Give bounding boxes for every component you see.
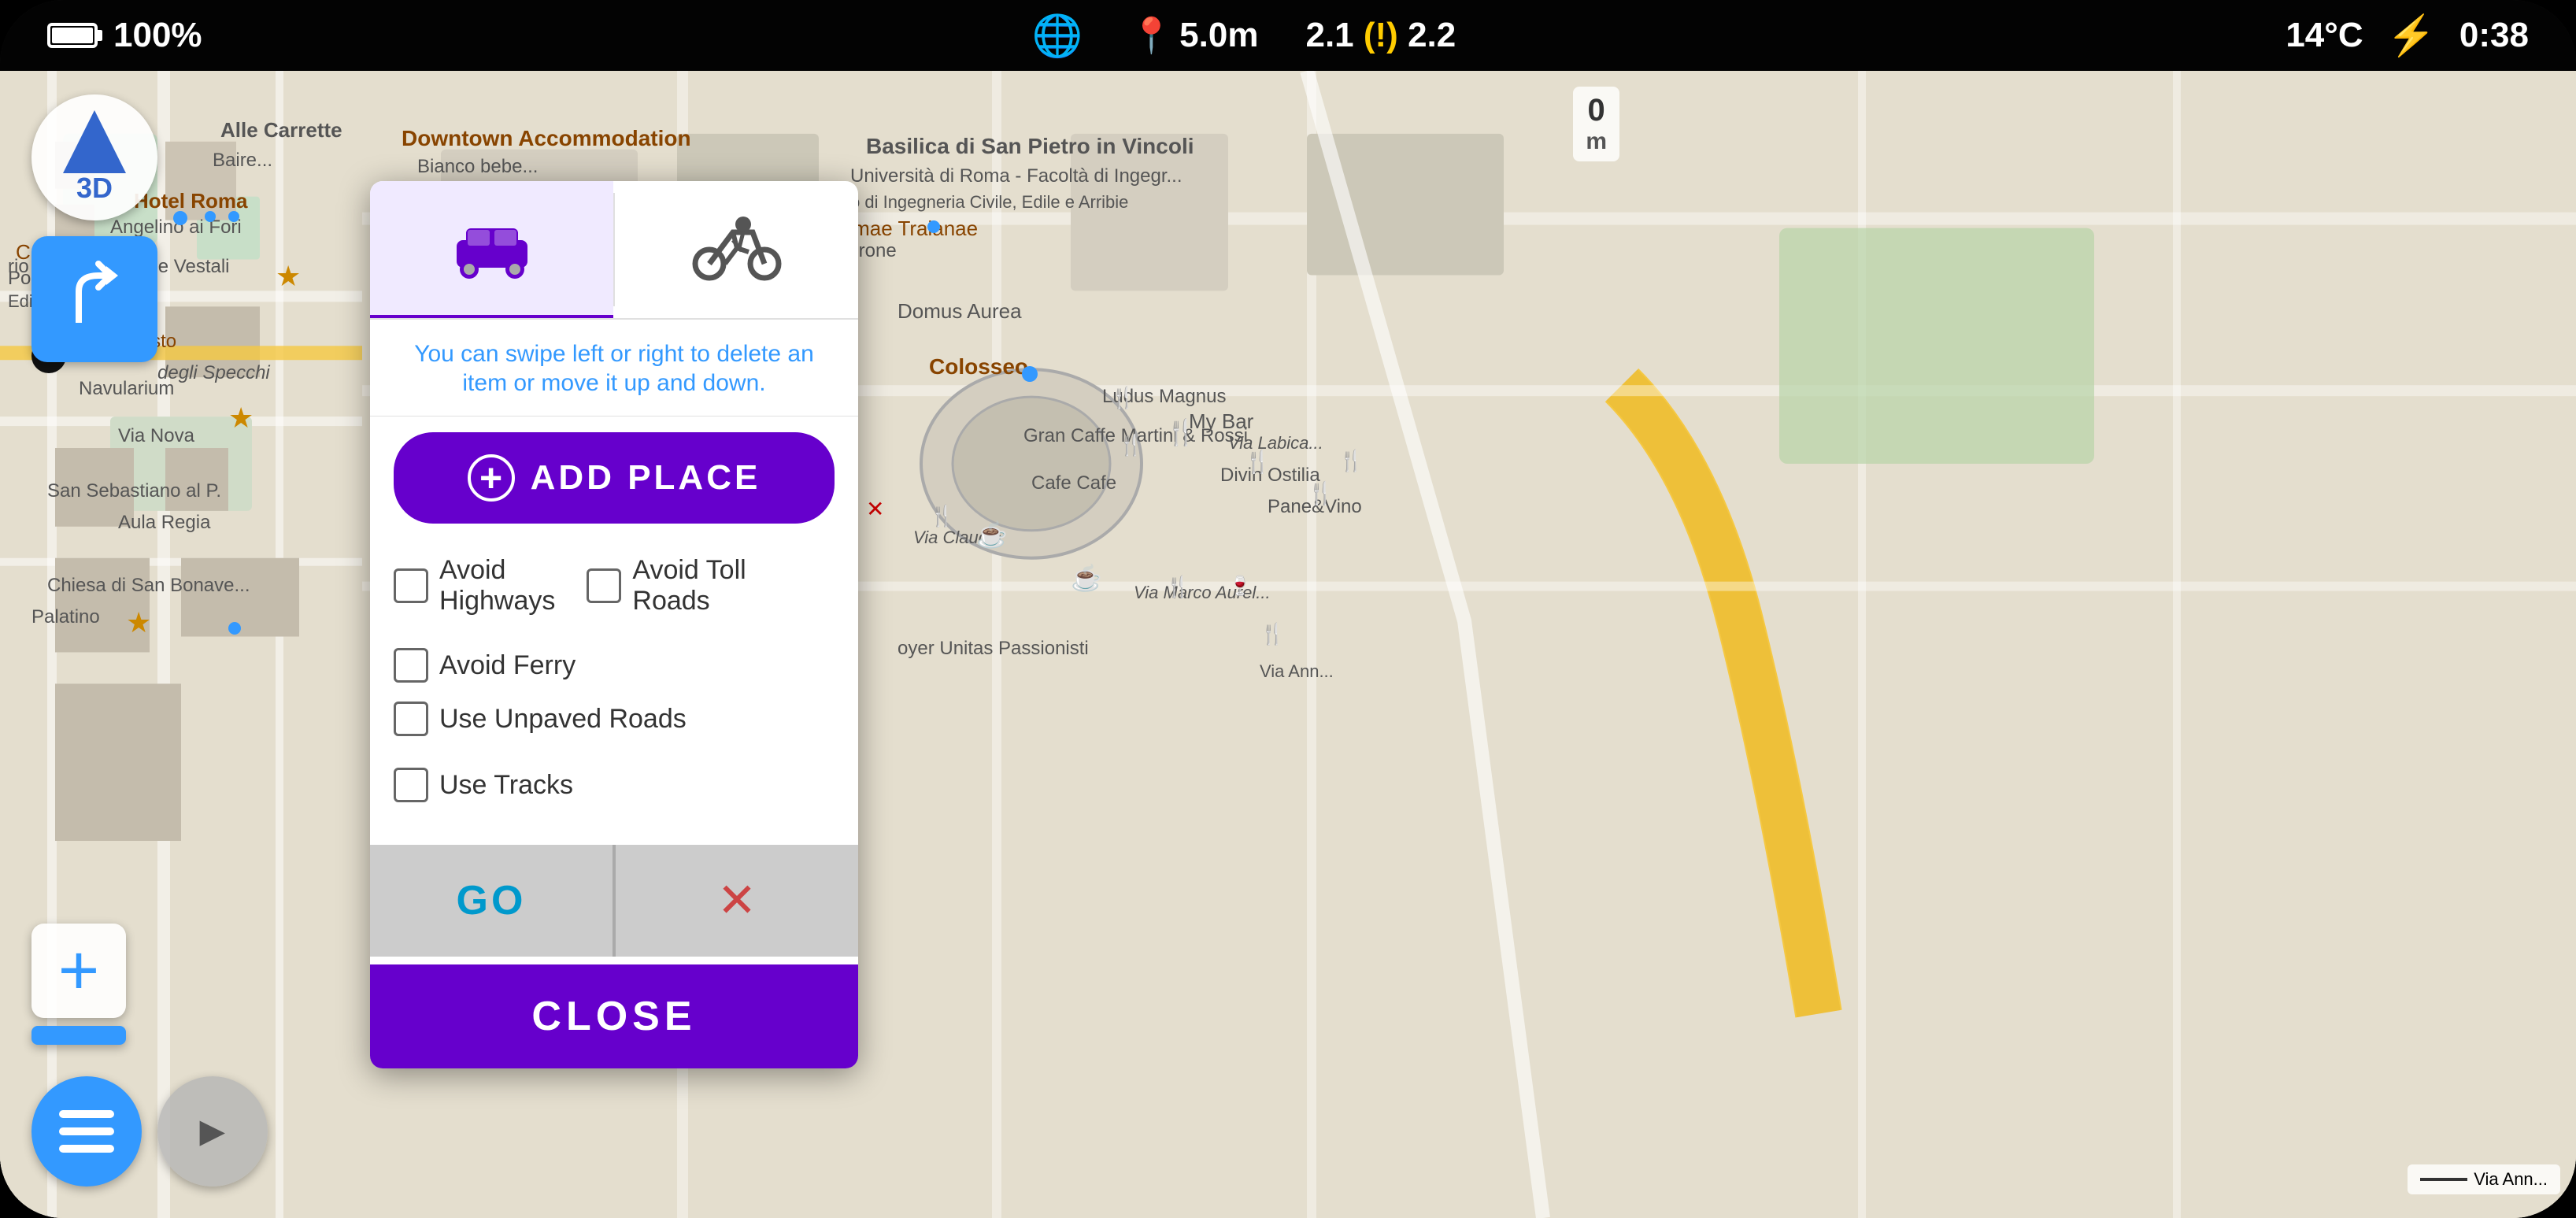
close-button[interactable]: CLOSE (370, 964, 858, 1068)
cancel-button[interactable]: ✕ (616, 845, 858, 957)
map-label-domus: Domus Aurea (898, 299, 1022, 324)
back-button[interactable]: ◄ (157, 1076, 268, 1187)
car-icon (449, 213, 535, 283)
tab-bike[interactable] (615, 181, 858, 318)
options-row-2: Use Unpaved Roads Use Tracks (394, 702, 835, 802)
map-label-aula-regia: San Sebastiano al P. (47, 480, 221, 502)
cancel-icon: ✕ (717, 873, 757, 928)
temp-display: 14°C (2285, 16, 2363, 55)
add-place-label: ADD PLACE (531, 458, 761, 498)
map-label-via-ann: Via Ann... (1260, 661, 1334, 682)
turn-right-icon (55, 260, 134, 339)
colosseo-dot (1022, 366, 1038, 382)
map-label-san-sebastiano: Via Nova (118, 425, 194, 447)
device-frame: 100% 🌐 📍 5.0m 2.1 (!) 2.2 14°C ⚡ 0:38 (0, 0, 2576, 1218)
close-label: CLOSE (531, 993, 696, 1040)
bluetooth-icon: ⚡ (2387, 13, 2436, 59)
battery-percent: 100% (113, 16, 202, 55)
map-dot-1 (927, 220, 940, 233)
hamburger-icon (59, 1110, 114, 1153)
map-label-universita2: o di Ingegneria Civile, Edile e Arribie (850, 192, 1128, 213)
option-avoid-highways[interactable]: AvoidHighways (394, 555, 555, 616)
checkbox-avoid-ferry[interactable] (394, 648, 428, 683)
transport-tabs (370, 181, 858, 320)
map-label-colosseo: Colosseo (929, 354, 1028, 379)
map-label-downtown: Downtown Accommodation (402, 126, 691, 151)
compass-3d-label: 3D (76, 172, 113, 205)
go-label: GO (457, 877, 527, 924)
map-label-chiesa: Aula Regia (118, 512, 210, 534)
back-arrow-icon: ◄ (191, 1107, 233, 1156)
coffee-icon-2: ☕ (1071, 563, 1102, 593)
option-unpaved[interactable]: Use Unpaved Roads (394, 702, 687, 736)
option-avoid-toll[interactable]: Avoid TollRoads (587, 555, 746, 616)
compass-button[interactable]: 3D (31, 94, 157, 220)
route-planner-modal: You can swipe left or right to delete an… (370, 181, 858, 1068)
gps-display: 📍 5.0m (1130, 15, 1258, 56)
restaurant-icon-1: 🍴 (1165, 417, 1197, 447)
zoom-out-button[interactable] (31, 1026, 126, 1045)
restaurant-icon-8: 🍴 (1260, 622, 1285, 646)
add-place-icon: + (468, 454, 515, 502)
option-tracks[interactable]: Use Tracks (394, 768, 573, 802)
label-avoid-toll: Avoid TollRoads (632, 555, 746, 616)
map-area[interactable]: Alle Carrette Baire... Hotel Roma Angeli… (0, 71, 2576, 1218)
label-tracks: Use Tracks (439, 770, 573, 801)
map-label-alle-carrette: Alle Carrette (220, 118, 342, 143)
checkbox-avoid-highways[interactable] (394, 568, 428, 603)
action-buttons: GO ✕ (370, 845, 858, 957)
zoom-in-button[interactable]: + (31, 924, 126, 1018)
globe-icon: 🌐 (1032, 12, 1083, 60)
compass-arrow-icon (63, 110, 126, 173)
map-label-bianco: Bianco bebe... (417, 156, 538, 178)
map-label-basilica: Basilica di San Pietro in Vincoli (866, 134, 1194, 159)
bottom-controls: ◄ (31, 1076, 268, 1187)
checkbox-avoid-toll[interactable] (587, 568, 621, 603)
zoom-controls: + (31, 924, 126, 1045)
restaurant-icon-5: 🍴 (1118, 433, 1143, 457)
map-label-baire: Baire... (213, 150, 272, 172)
checkbox-unpaved[interactable] (394, 702, 428, 736)
checkbox-tracks[interactable] (394, 768, 428, 802)
scale-bar: Via Ann... (2408, 1164, 2560, 1194)
restaurant-icon-2: 🍴 (1244, 449, 1271, 475)
restaurant-icon-9: 🍴 (1338, 449, 1364, 473)
map-label-universita1: Università di Roma - Facoltà di Ingegr..… (850, 165, 1183, 187)
tab-car[interactable] (370, 181, 613, 318)
glass-icon: 🍷 (1228, 575, 1252, 598)
restaurant-icon-3: 🍴 (1307, 480, 1334, 506)
options-row-1: AvoidHighways Avoid TollRoads Avoid Ferr… (394, 555, 835, 683)
label-unpaved: Use Unpaved Roads (439, 704, 687, 735)
time-display: 0:38 (2459, 16, 2529, 55)
map-label-via-nova: degli Specchi (157, 362, 270, 384)
label-avoid-ferry: Avoid Ferry (439, 650, 576, 681)
nav-controls: 3D (31, 94, 157, 362)
speed-warning-display: 2.1 (!) 2.2 (1305, 16, 1456, 55)
label-avoid-highways: AvoidHighways (439, 555, 555, 616)
restaurant-icon-6: 🍴 (929, 504, 954, 528)
coffee-icon-1: ☕ (976, 520, 1008, 550)
map-label-oyer: oyer Unitas Passionisti (898, 638, 1089, 660)
bike-icon (690, 213, 784, 283)
status-bar: 100% 🌐 📍 5.0m 2.1 (!) 2.2 14°C ⚡ 0:38 (0, 0, 2576, 71)
menu-button[interactable] (31, 1076, 142, 1187)
map-label-via-labica: Via Labica... (1228, 433, 1323, 454)
cross-red-1: ✕ (866, 496, 884, 522)
route-options: AvoidHighways Avoid TollRoads Avoid Ferr… (370, 539, 858, 837)
map-label-cafe: Cafe Cafe (1031, 472, 1116, 494)
swipe-hint: You can swipe left or right to delete an… (370, 320, 858, 416)
map-label-palatino: Chiesa di San Bonave... (47, 575, 250, 597)
option-avoid-ferry[interactable]: Avoid Ferry (394, 648, 576, 683)
restaurant-icon-4: 🍴 (1110, 386, 1135, 410)
restaurant-icon-7: 🍴 (1165, 575, 1190, 599)
battery-icon (47, 23, 98, 48)
map-label-loggia: Palatino (31, 606, 100, 628)
scale-indicator: 0 m (1573, 87, 1619, 161)
add-place-button[interactable]: + ADD PLACE (394, 432, 835, 524)
turn-indicator[interactable] (31, 236, 157, 362)
go-button[interactable]: GO (370, 845, 614, 957)
